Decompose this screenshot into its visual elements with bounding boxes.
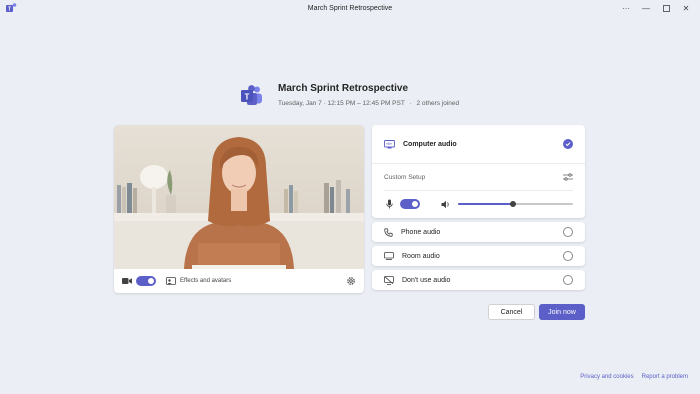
teams-logo-icon: T [241, 85, 262, 105]
svg-text:T: T [8, 7, 11, 13]
computer-audio-selected-icon [563, 139, 573, 149]
maximize-icon[interactable] [658, 1, 674, 15]
meeting-title: March Sprint Retrospective [278, 83, 409, 94]
join-now-button[interactable]: Join now [539, 304, 585, 320]
privacy-link[interactable]: Privacy and cookies [580, 374, 633, 380]
device-controls-row [372, 198, 585, 210]
divider [372, 163, 585, 164]
no-audio-option[interactable]: Don't use audio [372, 270, 585, 290]
computer-audio-card[interactable]: Computer audio Custom Setup [372, 125, 585, 218]
footer-links: Privacy and cookies Report a problem [580, 374, 688, 380]
device-settings-icon[interactable] [346, 276, 356, 286]
phone-audio-option[interactable]: Phone audio [372, 222, 585, 242]
phone-audio-radio[interactable] [563, 227, 573, 237]
title-bar: T March Sprint Retrospective ··· — ✕ [0, 0, 700, 16]
camera-icon [122, 278, 132, 284]
room-audio-radio[interactable] [563, 251, 573, 261]
effects-label[interactable]: Effects and avatars [180, 278, 231, 284]
meeting-header: T March Sprint Retrospective Tuesday, Ja… [240, 82, 500, 112]
computer-audio-option[interactable]: Computer audio [372, 138, 585, 150]
video-controls: Effects and avatars [114, 269, 364, 293]
meeting-details: Tuesday, Jan 7 · 12:15 PM – 12:45 PM PST… [278, 100, 459, 107]
window-controls: ··· — ✕ [618, 0, 694, 16]
effects-icon[interactable] [166, 277, 176, 285]
room-audio-label: Room audio [402, 252, 440, 260]
divider [384, 190, 573, 191]
computer-audio-label: Computer audio [403, 140, 457, 148]
audio-options-panel: Computer audio Custom Setup Phone audio … [372, 125, 585, 290]
close-icon[interactable]: ✕ [678, 1, 694, 15]
phone-icon [384, 227, 393, 237]
cancel-button[interactable]: Cancel [488, 304, 535, 320]
no-audio-label: Don't use audio [402, 276, 451, 284]
custom-setup-row[interactable]: Custom Setup [372, 171, 585, 183]
microphone-icon [386, 199, 393, 209]
camera-toggle[interactable] [136, 276, 156, 286]
camera-preview-image [114, 125, 364, 269]
report-problem-link[interactable]: Report a problem [642, 374, 688, 380]
participants-joined: 2 others joined [416, 100, 460, 107]
no-audio-icon [384, 275, 394, 285]
meeting-separator: · [409, 100, 412, 107]
no-audio-radio[interactable] [563, 275, 573, 285]
teams-app-icon: T [6, 3, 17, 13]
audio-settings-sliders-icon[interactable] [563, 173, 573, 181]
computer-audio-icon [384, 139, 395, 148]
room-audio-option[interactable]: Room audio [372, 246, 585, 266]
speaker-icon [441, 200, 449, 208]
microphone-toggle[interactable] [400, 199, 420, 209]
custom-setup-label: Custom Setup [384, 173, 426, 181]
room-icon [384, 252, 394, 260]
minimize-icon[interactable]: — [638, 1, 654, 15]
window-title: March Sprint Retrospective [307, 4, 393, 12]
speaker-volume-thumb[interactable] [510, 201, 517, 207]
video-preview-card: Effects and avatars [114, 125, 364, 293]
svg-text:T: T [245, 93, 250, 102]
more-icon[interactable]: ··· [618, 1, 634, 15]
meeting-datetime: Tuesday, Jan 7 · 12:15 PM – 12:45 PM PST [278, 100, 405, 107]
phone-audio-label: Phone audio [401, 228, 441, 236]
speaker-volume-fill [458, 203, 514, 205]
